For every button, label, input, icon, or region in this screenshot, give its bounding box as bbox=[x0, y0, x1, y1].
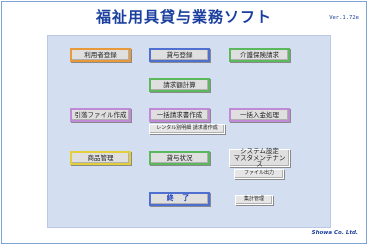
aggregate-management-button[interactable]: 集計管理 bbox=[235, 195, 273, 205]
rental-registration-button[interactable]: 貸与登録 bbox=[149, 48, 210, 62]
care-insurance-claim-button[interactable]: 介護保険請求 bbox=[229, 48, 290, 62]
batch-invoice-button[interactable]: 一括請求書作成 bbox=[149, 108, 210, 122]
withdrawal-file-button[interactable]: 引落ファイル作成 bbox=[70, 108, 131, 122]
app-title: 福祉用具貸与業務ソフト bbox=[95, 8, 272, 26]
rental-status-button[interactable]: 貸与状況 bbox=[149, 151, 210, 165]
menu-panel: 利用者登録 貸与登録 介護保険請求 請求額計算 引落ファイル作成 一括請求書作成… bbox=[47, 35, 331, 228]
user-registration-button[interactable]: 利用者登録 bbox=[70, 48, 131, 62]
exit-button[interactable]: 終 了 bbox=[149, 192, 210, 206]
company-footer: Showa Co. Ltd. bbox=[311, 230, 358, 236]
rental-itemized-invoice-button[interactable]: レンタル別明細 請求書作成 bbox=[149, 124, 225, 134]
claim-amount-calc-button[interactable]: 請求額計算 bbox=[149, 78, 210, 92]
system-settings-button[interactable]: システム設定 マスタメンテナンス bbox=[229, 147, 290, 169]
version-label: Ver.1.72e bbox=[329, 15, 359, 21]
main-window: 福祉用具貸与業務ソフト Ver.1.72e 利用者登録 貸与登録 介護保険請求 … bbox=[1, 1, 367, 244]
batch-payment-button[interactable]: 一括入金処理 bbox=[229, 108, 290, 122]
product-management-button[interactable]: 商品管理 bbox=[70, 151, 131, 165]
file-output-button[interactable]: ファイル出力 bbox=[234, 169, 284, 179]
system-settings-label-2: マスタメンテナンス bbox=[233, 153, 286, 169]
